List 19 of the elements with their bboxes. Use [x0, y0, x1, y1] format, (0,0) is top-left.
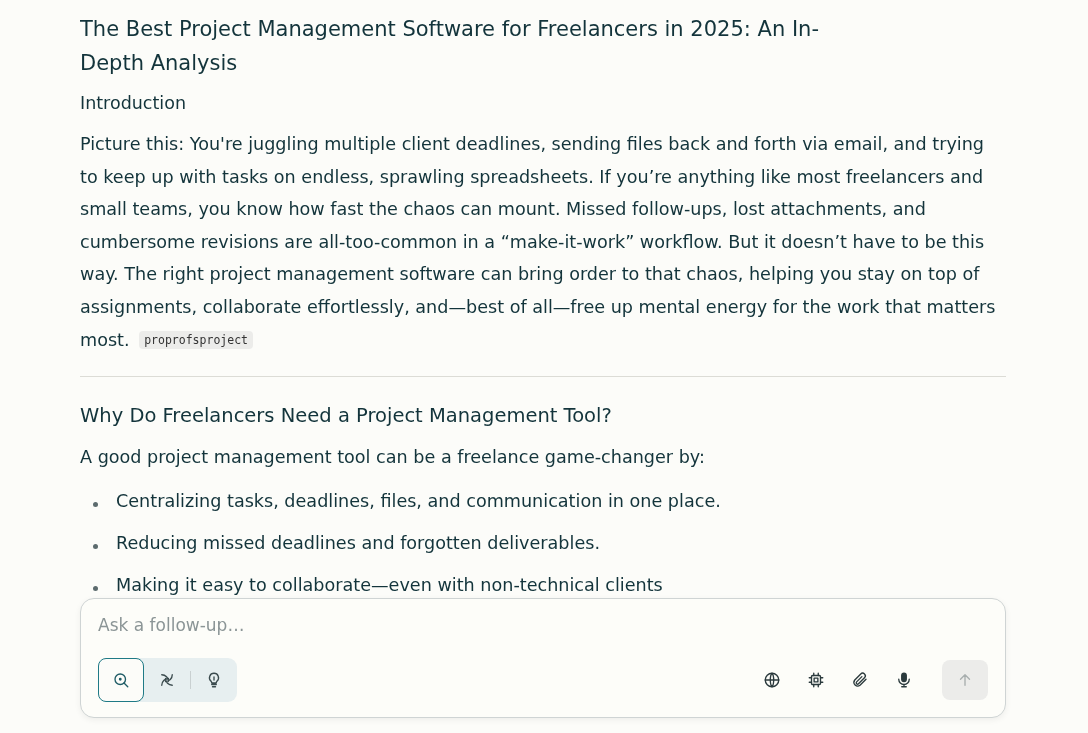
- search-icon: [112, 671, 130, 689]
- globe-icon: [763, 671, 781, 689]
- follow-up-input[interactable]: Ask a follow-up…: [98, 613, 988, 639]
- citation-link[interactable]: proprofsproject: [139, 330, 253, 349]
- chip-icon: [807, 671, 825, 689]
- bullet-dot: [93, 585, 98, 591]
- section-heading: Introduction: [80, 92, 187, 115]
- bullet-text: Reducing missed deadlines and forgotten deliverables.: [116, 531, 600, 555]
- paperclip-icon: [851, 671, 869, 689]
- search-mode-button[interactable]: [98, 658, 144, 702]
- section-heading: Why Do Freelancers Need a Project Management Tool?: [80, 403, 613, 430]
- bullet-dot: [93, 543, 98, 549]
- body-paragraph: A good project management tool can be a freelance game-changer by:: [80, 446, 706, 470]
- bullet-dot: [93, 501, 98, 507]
- bullet-text: Centralizing tasks, deadlines, files, and communication in one place.: [116, 489, 721, 513]
- bullet-text: Making it easy to collaborate—even with non-technical clients: [116, 573, 663, 597]
- knot-icon: [158, 671, 176, 689]
- microphone-icon: [895, 671, 913, 689]
- article-title: The Best Project Management Software for Freelancers in 2025: An In-Depth Analysis: [80, 16, 820, 77]
